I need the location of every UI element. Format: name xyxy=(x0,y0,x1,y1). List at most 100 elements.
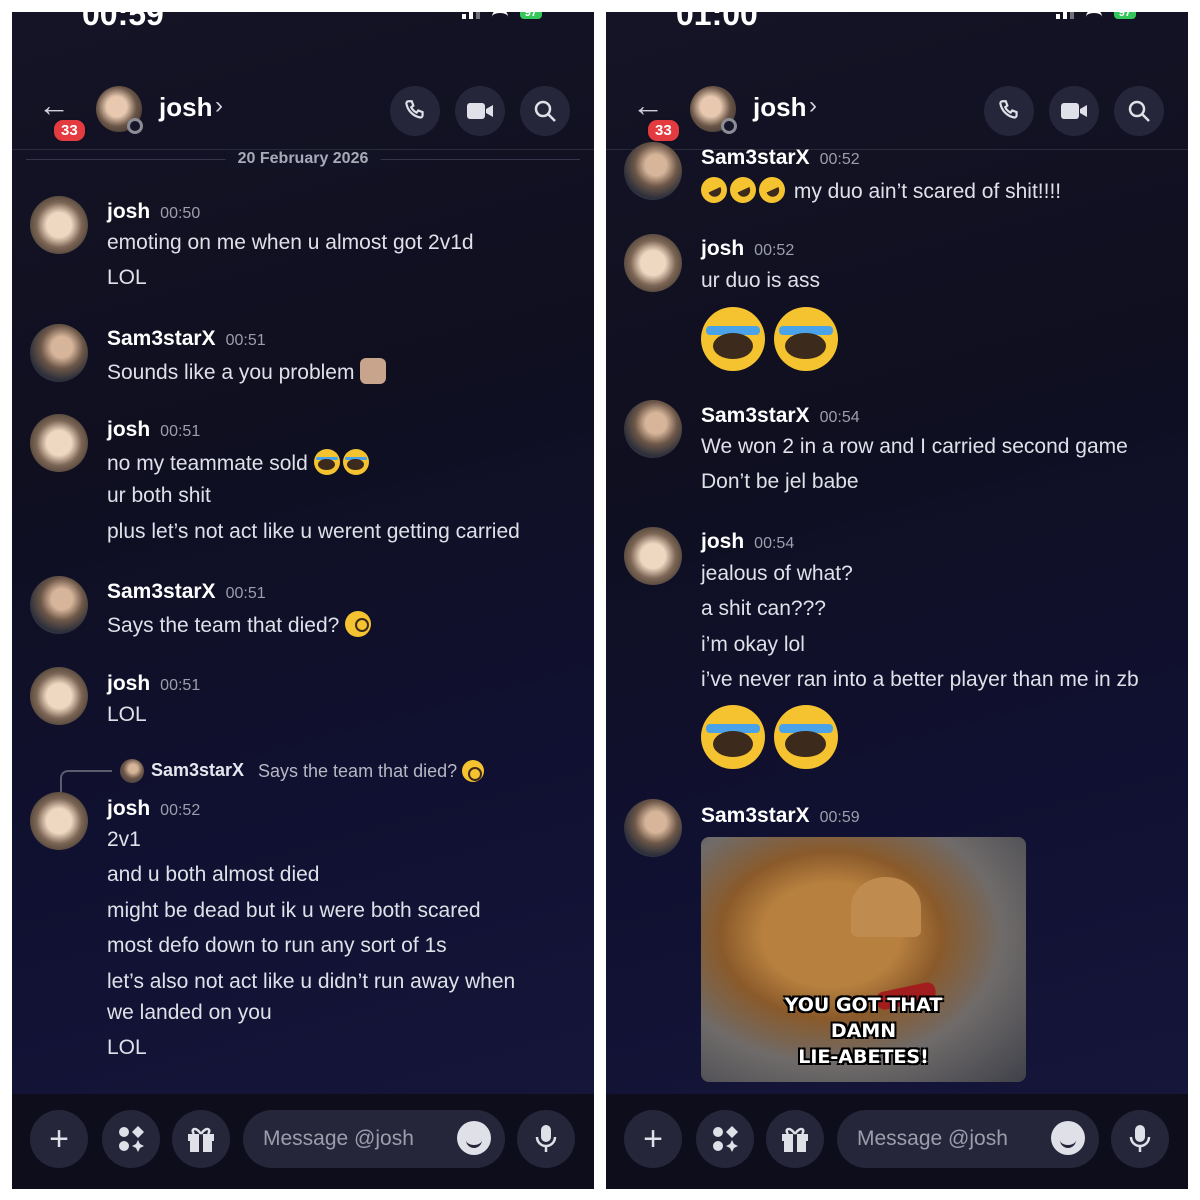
apps-button[interactable] xyxy=(696,1110,754,1168)
signal-icon xyxy=(1055,12,1074,19)
gift-button[interactable] xyxy=(172,1110,230,1168)
message-author[interactable]: josh 00:54 xyxy=(701,530,794,554)
message-author[interactable]: josh 00:51 xyxy=(107,418,200,442)
rofl-emoji-icon xyxy=(725,172,761,208)
wifi-icon xyxy=(1085,12,1102,19)
message-author[interactable]: Sam3starX 00:51 xyxy=(107,327,266,351)
message-text: we landed on you xyxy=(107,1001,272,1024)
message-author[interactable]: Sam3starX 00:52 xyxy=(701,146,860,170)
microphone-icon xyxy=(535,1125,557,1152)
crying-emoji-icon xyxy=(313,449,340,475)
chevron-right-icon[interactable]: › xyxy=(809,92,817,120)
reply-author[interactable]: Sam3starX xyxy=(151,760,244,781)
reply-connector xyxy=(60,770,112,796)
crying-emoji-icon xyxy=(701,705,765,769)
gift-button[interactable] xyxy=(766,1110,824,1168)
message-text: LOL xyxy=(107,266,147,289)
microphone-icon xyxy=(1129,1125,1151,1152)
message-timestamp: 00:52 xyxy=(754,242,795,259)
message-author[interactable]: josh 00:52 xyxy=(107,797,200,821)
unread-badge: 33 xyxy=(646,118,681,143)
avatar[interactable] xyxy=(624,527,682,585)
shrug-emoji-icon xyxy=(360,358,387,384)
avatar[interactable] xyxy=(30,196,88,254)
crying-emoji-icon xyxy=(773,307,838,371)
add-attachment-button[interactable]: + xyxy=(624,1110,682,1168)
message-author[interactable]: Sam3starX 00:59 xyxy=(701,804,860,828)
avatar[interactable] xyxy=(624,799,682,857)
message-author[interactable]: josh 00:52 xyxy=(701,237,794,261)
status-indicator xyxy=(721,118,737,134)
apps-icon xyxy=(119,1126,144,1152)
message-text: might be dead but ik u were both scared xyxy=(107,899,481,922)
emoji-button[interactable] xyxy=(1051,1121,1085,1155)
battery-icon: 97 xyxy=(519,12,542,19)
message-author[interactable]: josh 00:51 xyxy=(107,672,200,696)
reply-avatar xyxy=(120,759,144,783)
gif-attachment[interactable]: YOU GOT THAT DAMN LIE-ABETES! xyxy=(701,837,1026,1082)
search-button[interactable] xyxy=(520,86,570,136)
rofl-emoji-icon xyxy=(696,172,732,208)
avatar[interactable] xyxy=(624,142,682,200)
message-text: We won 2 in a row and I carried second g… xyxy=(701,435,1128,458)
message-timestamp: 00:52 xyxy=(819,151,860,168)
chevron-right-icon[interactable]: › xyxy=(215,92,223,120)
message-text: Don’t be jel babe xyxy=(701,470,859,493)
header-username[interactable]: josh xyxy=(753,92,806,123)
message-timestamp: 00:54 xyxy=(819,409,860,426)
message-text: LOL xyxy=(107,703,147,726)
video-button[interactable] xyxy=(1049,86,1099,136)
apps-button[interactable] xyxy=(102,1110,160,1168)
emoji-button[interactable] xyxy=(457,1121,491,1155)
chat-screenshot-right: 01:00 97 ← 33 josh › Sam3starX 00:52 my d… xyxy=(606,12,1188,1189)
call-button[interactable] xyxy=(390,86,440,136)
message-timestamp: 00:52 xyxy=(160,802,201,819)
search-icon xyxy=(1128,100,1150,122)
chat-header: ← 33 josh › xyxy=(12,70,594,150)
message-author[interactable]: Sam3starX 00:51 xyxy=(107,580,266,604)
avatar[interactable] xyxy=(30,414,88,472)
avatar[interactable] xyxy=(624,234,682,292)
message-author[interactable]: josh 00:50 xyxy=(107,200,200,224)
voice-message-button[interactable] xyxy=(517,1110,575,1168)
search-button[interactable] xyxy=(1114,86,1164,136)
signal-icon xyxy=(461,12,480,19)
status-icons: 97 xyxy=(461,12,542,19)
avatar[interactable] xyxy=(624,400,682,458)
rofl-emoji-icon xyxy=(754,172,790,208)
wifi-icon xyxy=(491,12,508,19)
apps-icon xyxy=(713,1126,738,1152)
status-time: 01:00 xyxy=(676,12,758,32)
avatar[interactable] xyxy=(30,792,88,850)
message-composer: + xyxy=(606,1094,1188,1189)
message-text: a shit can??? xyxy=(701,597,826,620)
message-timestamp: 00:51 xyxy=(160,677,201,694)
avatar[interactable] xyxy=(30,324,88,382)
message-timestamp: 00:51 xyxy=(225,585,266,602)
message-text: ur duo is ass xyxy=(701,269,821,292)
header-username[interactable]: josh xyxy=(159,92,212,123)
message-text: i’ve never ran into a better player than… xyxy=(701,668,1139,691)
message-text: emoting on me when u almost got 2v1d xyxy=(107,231,474,254)
avatar[interactable] xyxy=(30,667,88,725)
status-time: 00:59 xyxy=(82,12,164,32)
plus-icon: + xyxy=(49,1119,69,1158)
avatar[interactable] xyxy=(30,576,88,634)
reply-preview[interactable]: Says the team that died? xyxy=(258,760,487,782)
message-timestamp: 00:59 xyxy=(819,809,860,826)
gift-icon xyxy=(782,1127,808,1152)
search-icon xyxy=(534,100,556,122)
status-icons: 97 xyxy=(1055,12,1136,19)
video-button[interactable] xyxy=(455,86,505,136)
gif-caption: YOU GOT THAT DAMN LIE-ABETES! xyxy=(784,994,943,1068)
message-text: jealous of what? xyxy=(701,562,853,585)
message-timestamp: 00:51 xyxy=(160,423,201,440)
voice-message-button[interactable] xyxy=(1111,1110,1169,1168)
call-button[interactable] xyxy=(984,86,1034,136)
message-author[interactable]: Sam3starX 00:54 xyxy=(701,404,860,428)
message-timestamp: 00:54 xyxy=(754,535,795,552)
message-text: let’s also not act like u didn’t run awa… xyxy=(107,970,516,993)
video-camera-icon xyxy=(1061,103,1087,119)
add-attachment-button[interactable]: + xyxy=(30,1110,88,1168)
message-text: no my teammate sold xyxy=(107,449,372,476)
